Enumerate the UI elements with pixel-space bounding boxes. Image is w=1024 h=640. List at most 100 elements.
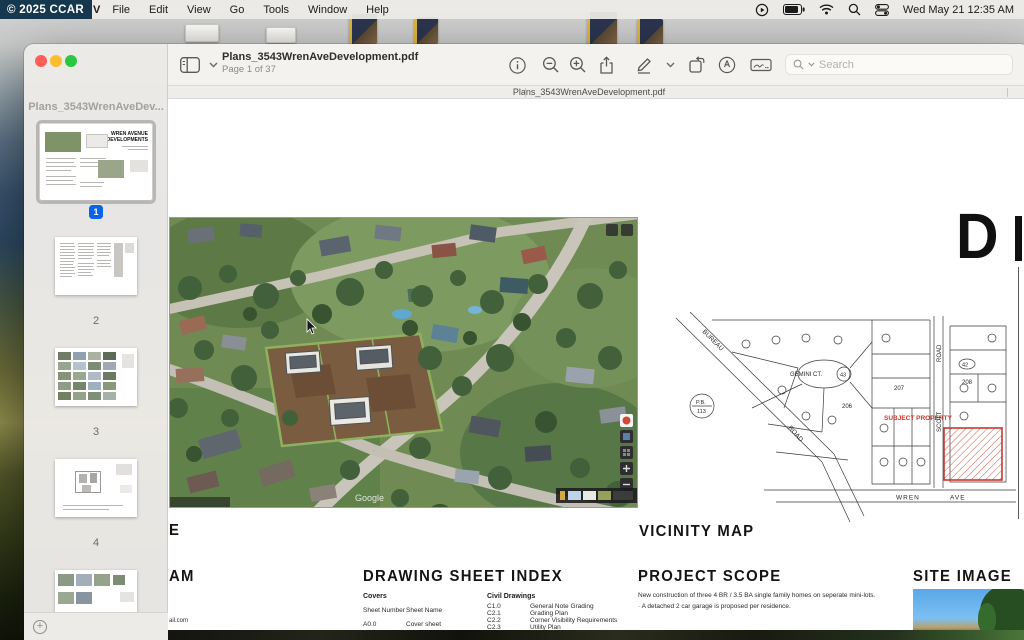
table-border-line (1018, 267, 1019, 519)
search-placeholder: Search (819, 59, 854, 71)
sheet-row-name: Cover sheet (406, 621, 441, 628)
map-label-road-vert: ROAD (937, 344, 943, 362)
info-button[interactable] (506, 54, 528, 76)
menu-view[interactable]: View (187, 4, 211, 16)
tab-divider (1007, 88, 1008, 97)
rotate-button[interactable] (686, 54, 708, 76)
page-thumbnail-1[interactable]: WREN AVENUEDEVELOPMENTS (40, 124, 152, 200)
tab-document[interactable]: Plans_3543WrenAveDevelopment.pdf (168, 87, 1010, 97)
window-toolbar: Plans_3543WrenAveDevelopment.pdf Page 1 … (168, 44, 1024, 86)
share-button[interactable] (595, 54, 617, 76)
map-label-208: 208 (962, 380, 973, 386)
map-label-scott: SCOTT (937, 411, 943, 432)
menu-tools[interactable]: Tools (263, 4, 289, 16)
page-number-3: 3 (55, 426, 137, 438)
zoom-out-button[interactable] (540, 54, 562, 76)
civil-subtitle: Civil Drawings (487, 593, 535, 600)
email-fragment: ail.com (169, 618, 188, 624)
site-image-title: SITE IMAGE (913, 568, 1012, 586)
sheet-row-num: C1.0 (487, 603, 501, 610)
main-pane: Plans_3543WrenAveDevelopment.pdf Page 1 … (168, 44, 1024, 640)
cut-heading-fragment-e: E (169, 522, 180, 540)
map-label-gemini-num: 43 (840, 373, 846, 379)
map-label-42: 42 (962, 363, 968, 369)
cover-heading-cut-letter (1015, 216, 1022, 261)
menu-file[interactable]: File (112, 4, 130, 16)
watermark: © 2025 CCAR (0, 0, 92, 19)
page-thumbnail-4[interactable] (55, 459, 137, 517)
project-scope-line-1: New construction of three 4 BR / 3.5 BA … (638, 590, 875, 601)
sheet-row-num: C2.1 (487, 610, 501, 617)
page-number-4: 4 (55, 537, 137, 549)
sidebar-chevron-down-icon[interactable] (202, 54, 224, 76)
zoom-window-button[interactable] (65, 55, 77, 67)
desktop-file-icon[interactable] (637, 19, 663, 47)
search-scope-chevron-icon (808, 62, 815, 67)
sidebar-footer: + (24, 612, 168, 640)
sheet-row-name: General Note Grading (530, 603, 594, 610)
desktop-file-icon[interactable] (266, 27, 296, 43)
sheet-row-num: C2.2 (487, 617, 501, 624)
cover-heading-letter: D (956, 199, 997, 273)
map-label-wren: WREN (896, 495, 920, 502)
map-label-pb-num: 113 (697, 409, 706, 415)
page-thumbnail-2[interactable] (55, 237, 137, 295)
map-label-207: 207 (894, 386, 905, 392)
vicinity-map: BUREAU ROAD GEMINI CT. 43 P.B. 113 SUBJE… (672, 312, 1016, 522)
search-input[interactable]: Search (785, 54, 1013, 75)
col-sheet-name: Sheet Name (406, 607, 442, 614)
aerial-photo[interactable]: Google (170, 218, 637, 507)
markup-chevron-down-icon[interactable] (659, 54, 681, 76)
tab-bar: Plans_3543WrenAveDevelopment.pdf (168, 86, 1024, 99)
pdf-page: Google D (168, 99, 1024, 640)
map-label-ave: AVE (950, 495, 966, 502)
page-number-2: 2 (55, 315, 137, 327)
thumb-cover-title: WREN AVENUEDEVELOPMENTS (107, 131, 148, 143)
tab-divider (525, 88, 526, 97)
document-title: Plans_3543WrenAveDevelopment.pdf (222, 51, 418, 63)
menu-bar-clock[interactable]: Wed May 21 12:35 AM (903, 4, 1014, 16)
col-sheet-number: Sheet Number (363, 607, 405, 614)
highlight-button[interactable] (716, 54, 738, 76)
sheet-row-name: Corner Visibility Requirements (530, 617, 617, 624)
page-badge-selected: 1 (89, 205, 103, 219)
photo-strip (168, 630, 1024, 640)
minimize-window-button[interactable] (50, 55, 62, 67)
tree-in-photo (978, 603, 996, 631)
covers-subtitle: Covers (363, 593, 387, 600)
map-label-pb: P.B. (696, 400, 706, 406)
drawing-sheet-index-title: DRAWING SHEET INDEX (363, 568, 563, 586)
record-indicator-icon[interactable] (755, 3, 769, 17)
sheet-row-num: A0.0 (363, 621, 376, 628)
desktop-file-icon[interactable] (414, 17, 438, 44)
add-page-button[interactable]: + (33, 620, 47, 634)
menu-go[interactable]: Go (230, 4, 245, 16)
project-scope-line-2: · A detached 2 car garage is proposed pe… (638, 601, 791, 612)
menu-edit[interactable]: Edit (149, 4, 168, 16)
document-page-indicator: Page 1 of 37 (222, 64, 276, 75)
map-label-206: 206 (842, 404, 853, 410)
menu-help[interactable]: Help (366, 4, 389, 16)
zoom-in-button[interactable] (567, 54, 589, 76)
sidebar-filename: Plans_3543WrenAveDev... (24, 101, 168, 113)
control-center-icon[interactable] (875, 4, 889, 16)
menu-window[interactable]: Window (308, 4, 347, 16)
page-thumbnail-3[interactable] (55, 348, 137, 406)
fill-sign-button[interactable] (750, 54, 772, 76)
close-window-button[interactable] (35, 55, 47, 67)
sidebar-toggle-button[interactable] (179, 54, 201, 76)
wifi-icon[interactable] (819, 4, 834, 15)
spotlight-search-icon[interactable] (848, 3, 861, 16)
preview-window: Plans_3543WrenAveDev... WREN AVENUEDEVEL… (24, 44, 1024, 640)
map-label-gemini: GEMINI CT. (790, 372, 822, 378)
vicinity-map-title: VICINITY MAP (639, 523, 754, 541)
aerial-watermark: Google (355, 493, 384, 503)
app-name-fragment: V (93, 4, 100, 16)
search-icon (793, 59, 804, 70)
sheet-row-name: Grading Plan (530, 610, 568, 617)
markup-pencil-button[interactable] (633, 54, 655, 76)
desktop-file-icon[interactable] (185, 24, 219, 42)
battery-icon[interactable] (783, 4, 805, 15)
thumbnail-sidebar: Plans_3543WrenAveDev... WREN AVENUEDEVEL… (24, 44, 168, 640)
cut-heading-fragment-am: AM (169, 568, 195, 586)
